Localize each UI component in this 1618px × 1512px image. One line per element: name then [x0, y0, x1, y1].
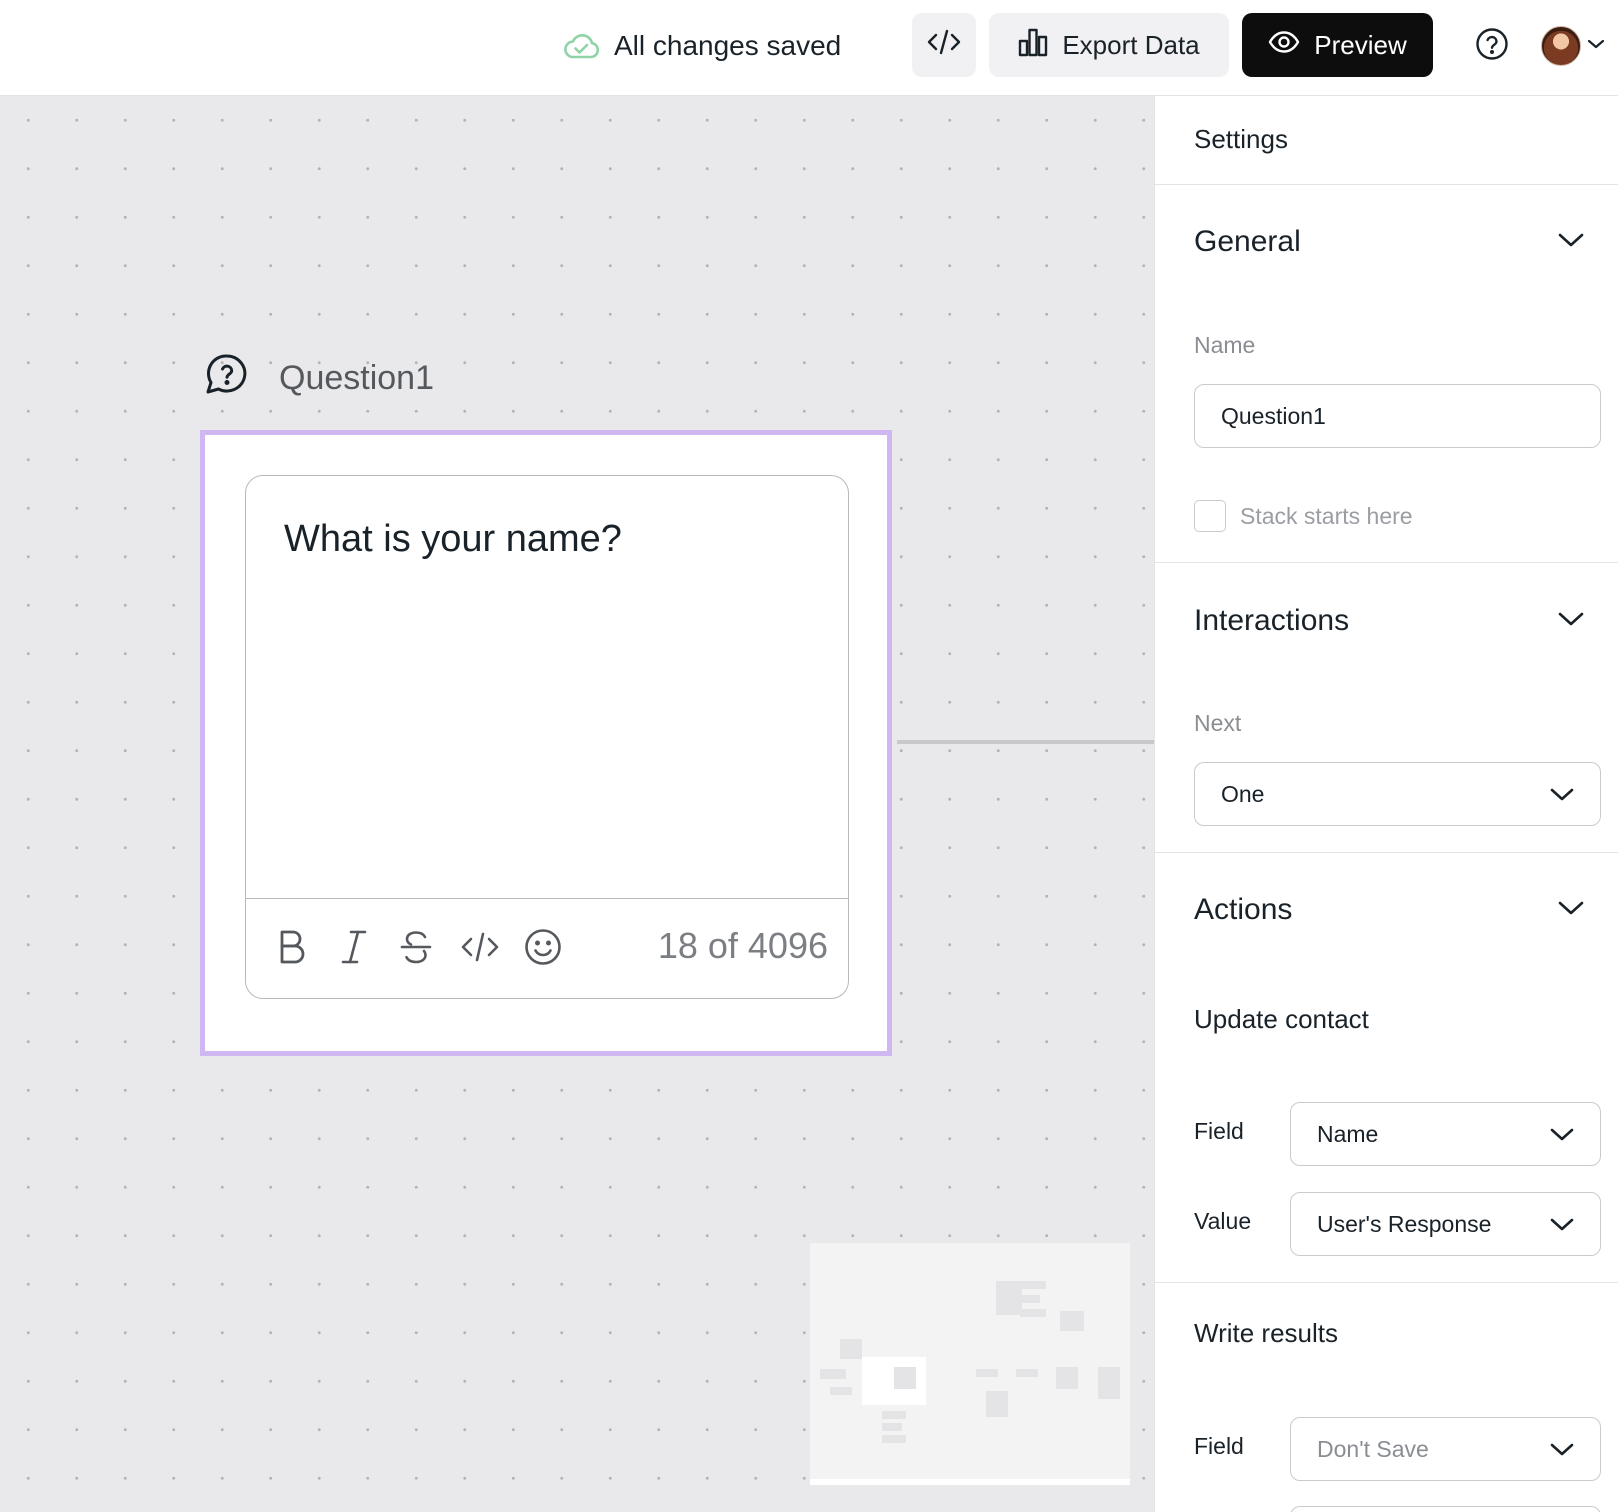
chevron-down-icon — [1558, 232, 1584, 253]
avatar — [1541, 26, 1581, 66]
character-count: 18 of 4096 — [657, 925, 828, 966]
minimap-node — [882, 1411, 906, 1419]
message-editor[interactable]: What is your name? 18 of 4096 — [245, 475, 849, 999]
emoji-button[interactable] — [521, 927, 565, 971]
next-select-value: One — [1221, 780, 1265, 807]
minimap-node — [840, 1339, 862, 1359]
bold-icon — [277, 929, 307, 970]
settings-panel: Settings General Name Stack starts here … — [1154, 96, 1618, 1512]
stack-starts-here-label: Stack starts here — [1240, 502, 1413, 529]
section-general-title: General — [1194, 225, 1301, 258]
cloud-check-icon — [562, 31, 600, 61]
name-input[interactable] — [1194, 384, 1601, 448]
section-actions-toggle[interactable]: Actions — [1194, 890, 1584, 930]
write-value-select[interactable] — [1290, 1506, 1601, 1512]
code-format-button[interactable] — [458, 927, 502, 971]
minimap-node — [1020, 1281, 1046, 1289]
node-connector-line — [897, 740, 1154, 744]
divider — [1155, 852, 1618, 853]
minimap-node — [986, 1391, 1008, 1417]
divider — [1155, 562, 1618, 563]
preview-button[interactable]: Preview — [1242, 13, 1433, 77]
minimap-node — [894, 1367, 916, 1389]
minimap[interactable] — [810, 1243, 1130, 1485]
minimap-node — [996, 1281, 1022, 1315]
minimap-node — [1020, 1309, 1046, 1317]
strikethrough-button[interactable] — [394, 927, 438, 971]
italic-icon — [339, 929, 369, 970]
settings-title: Settings — [1194, 124, 1288, 154]
chevron-down-icon — [1550, 781, 1574, 808]
minimap-node — [1056, 1367, 1078, 1389]
user-menu[interactable] — [1541, 24, 1605, 68]
help-button[interactable] — [1472, 26, 1512, 66]
update-contact-title: Update contact — [1194, 1004, 1369, 1034]
minimap-node — [830, 1387, 852, 1395]
write-results-title: Write results — [1194, 1318, 1338, 1348]
write-field-label: Field — [1194, 1433, 1244, 1459]
strikethrough-icon — [400, 929, 432, 970]
stack-starts-here-option[interactable]: Stack starts here — [1194, 500, 1413, 532]
update-value-value: User's Response — [1317, 1210, 1492, 1237]
next-select[interactable]: One — [1194, 762, 1601, 826]
minimap-node — [882, 1423, 902, 1431]
export-data-label: Export Data — [1062, 29, 1200, 60]
bold-button[interactable] — [270, 927, 314, 971]
update-field-select[interactable]: Name — [1290, 1102, 1601, 1166]
top-bar: All changes saved Export Data Preview — [0, 0, 1618, 96]
node-header[interactable]: Question1 — [205, 353, 434, 404]
export-data-button[interactable]: Export Data — [989, 13, 1229, 77]
divider — [1155, 184, 1618, 185]
minimap-node — [1060, 1311, 1084, 1331]
chevron-down-icon — [1558, 900, 1584, 921]
question-bubble-icon — [205, 353, 249, 404]
chevron-down-icon — [1550, 1436, 1574, 1463]
minimap-node — [1098, 1367, 1120, 1399]
chevron-down-icon — [1550, 1211, 1574, 1238]
update-value-select[interactable]: User's Response — [1290, 1192, 1601, 1256]
code-icon — [927, 27, 961, 64]
divider — [1155, 1282, 1618, 1283]
eye-icon — [1268, 30, 1300, 61]
question-node-card[interactable]: What is your name? 18 of 4096 — [200, 430, 892, 1056]
update-field-value: Name — [1317, 1120, 1379, 1147]
write-field-value: Don't Save — [1317, 1435, 1429, 1462]
section-interactions-toggle[interactable]: Interactions — [1194, 601, 1584, 641]
node-title: Question1 — [279, 358, 434, 397]
code-view-button[interactable] — [912, 13, 976, 77]
name-label: Name — [1194, 332, 1256, 358]
help-icon — [1475, 27, 1509, 66]
minimap-node — [976, 1369, 998, 1377]
code-icon — [461, 931, 499, 968]
update-value-label: Value — [1194, 1208, 1252, 1234]
chevron-down-icon — [1587, 37, 1605, 55]
minimap-node — [882, 1435, 906, 1443]
minimap-node — [1020, 1295, 1040, 1303]
save-status: All changes saved — [562, 24, 841, 68]
minimap-node — [820, 1369, 846, 1379]
italic-button[interactable] — [332, 927, 376, 971]
write-field-select[interactable]: Don't Save — [1290, 1417, 1601, 1481]
preview-label: Preview — [1314, 29, 1407, 60]
update-field-label: Field — [1194, 1118, 1244, 1144]
chevron-down-icon — [1550, 1121, 1574, 1148]
section-actions-title: Actions — [1194, 893, 1293, 926]
format-toolbar: 18 of 4096 — [246, 898, 848, 998]
section-general-toggle[interactable]: General — [1194, 222, 1584, 262]
emoji-icon — [524, 928, 562, 971]
next-label: Next — [1194, 710, 1242, 736]
save-status-text: All changes saved — [614, 30, 842, 61]
chevron-down-icon — [1558, 611, 1584, 632]
stack-starts-here-checkbox[interactable] — [1194, 500, 1226, 532]
minimap-node — [1016, 1369, 1038, 1377]
message-text[interactable]: What is your name? — [284, 518, 622, 561]
section-interactions-title: Interactions — [1194, 604, 1350, 637]
bar-chart-icon — [1018, 27, 1048, 64]
flow-canvas[interactable]: Question1 What is your name? 18 of 4096 — [0, 96, 1154, 1512]
